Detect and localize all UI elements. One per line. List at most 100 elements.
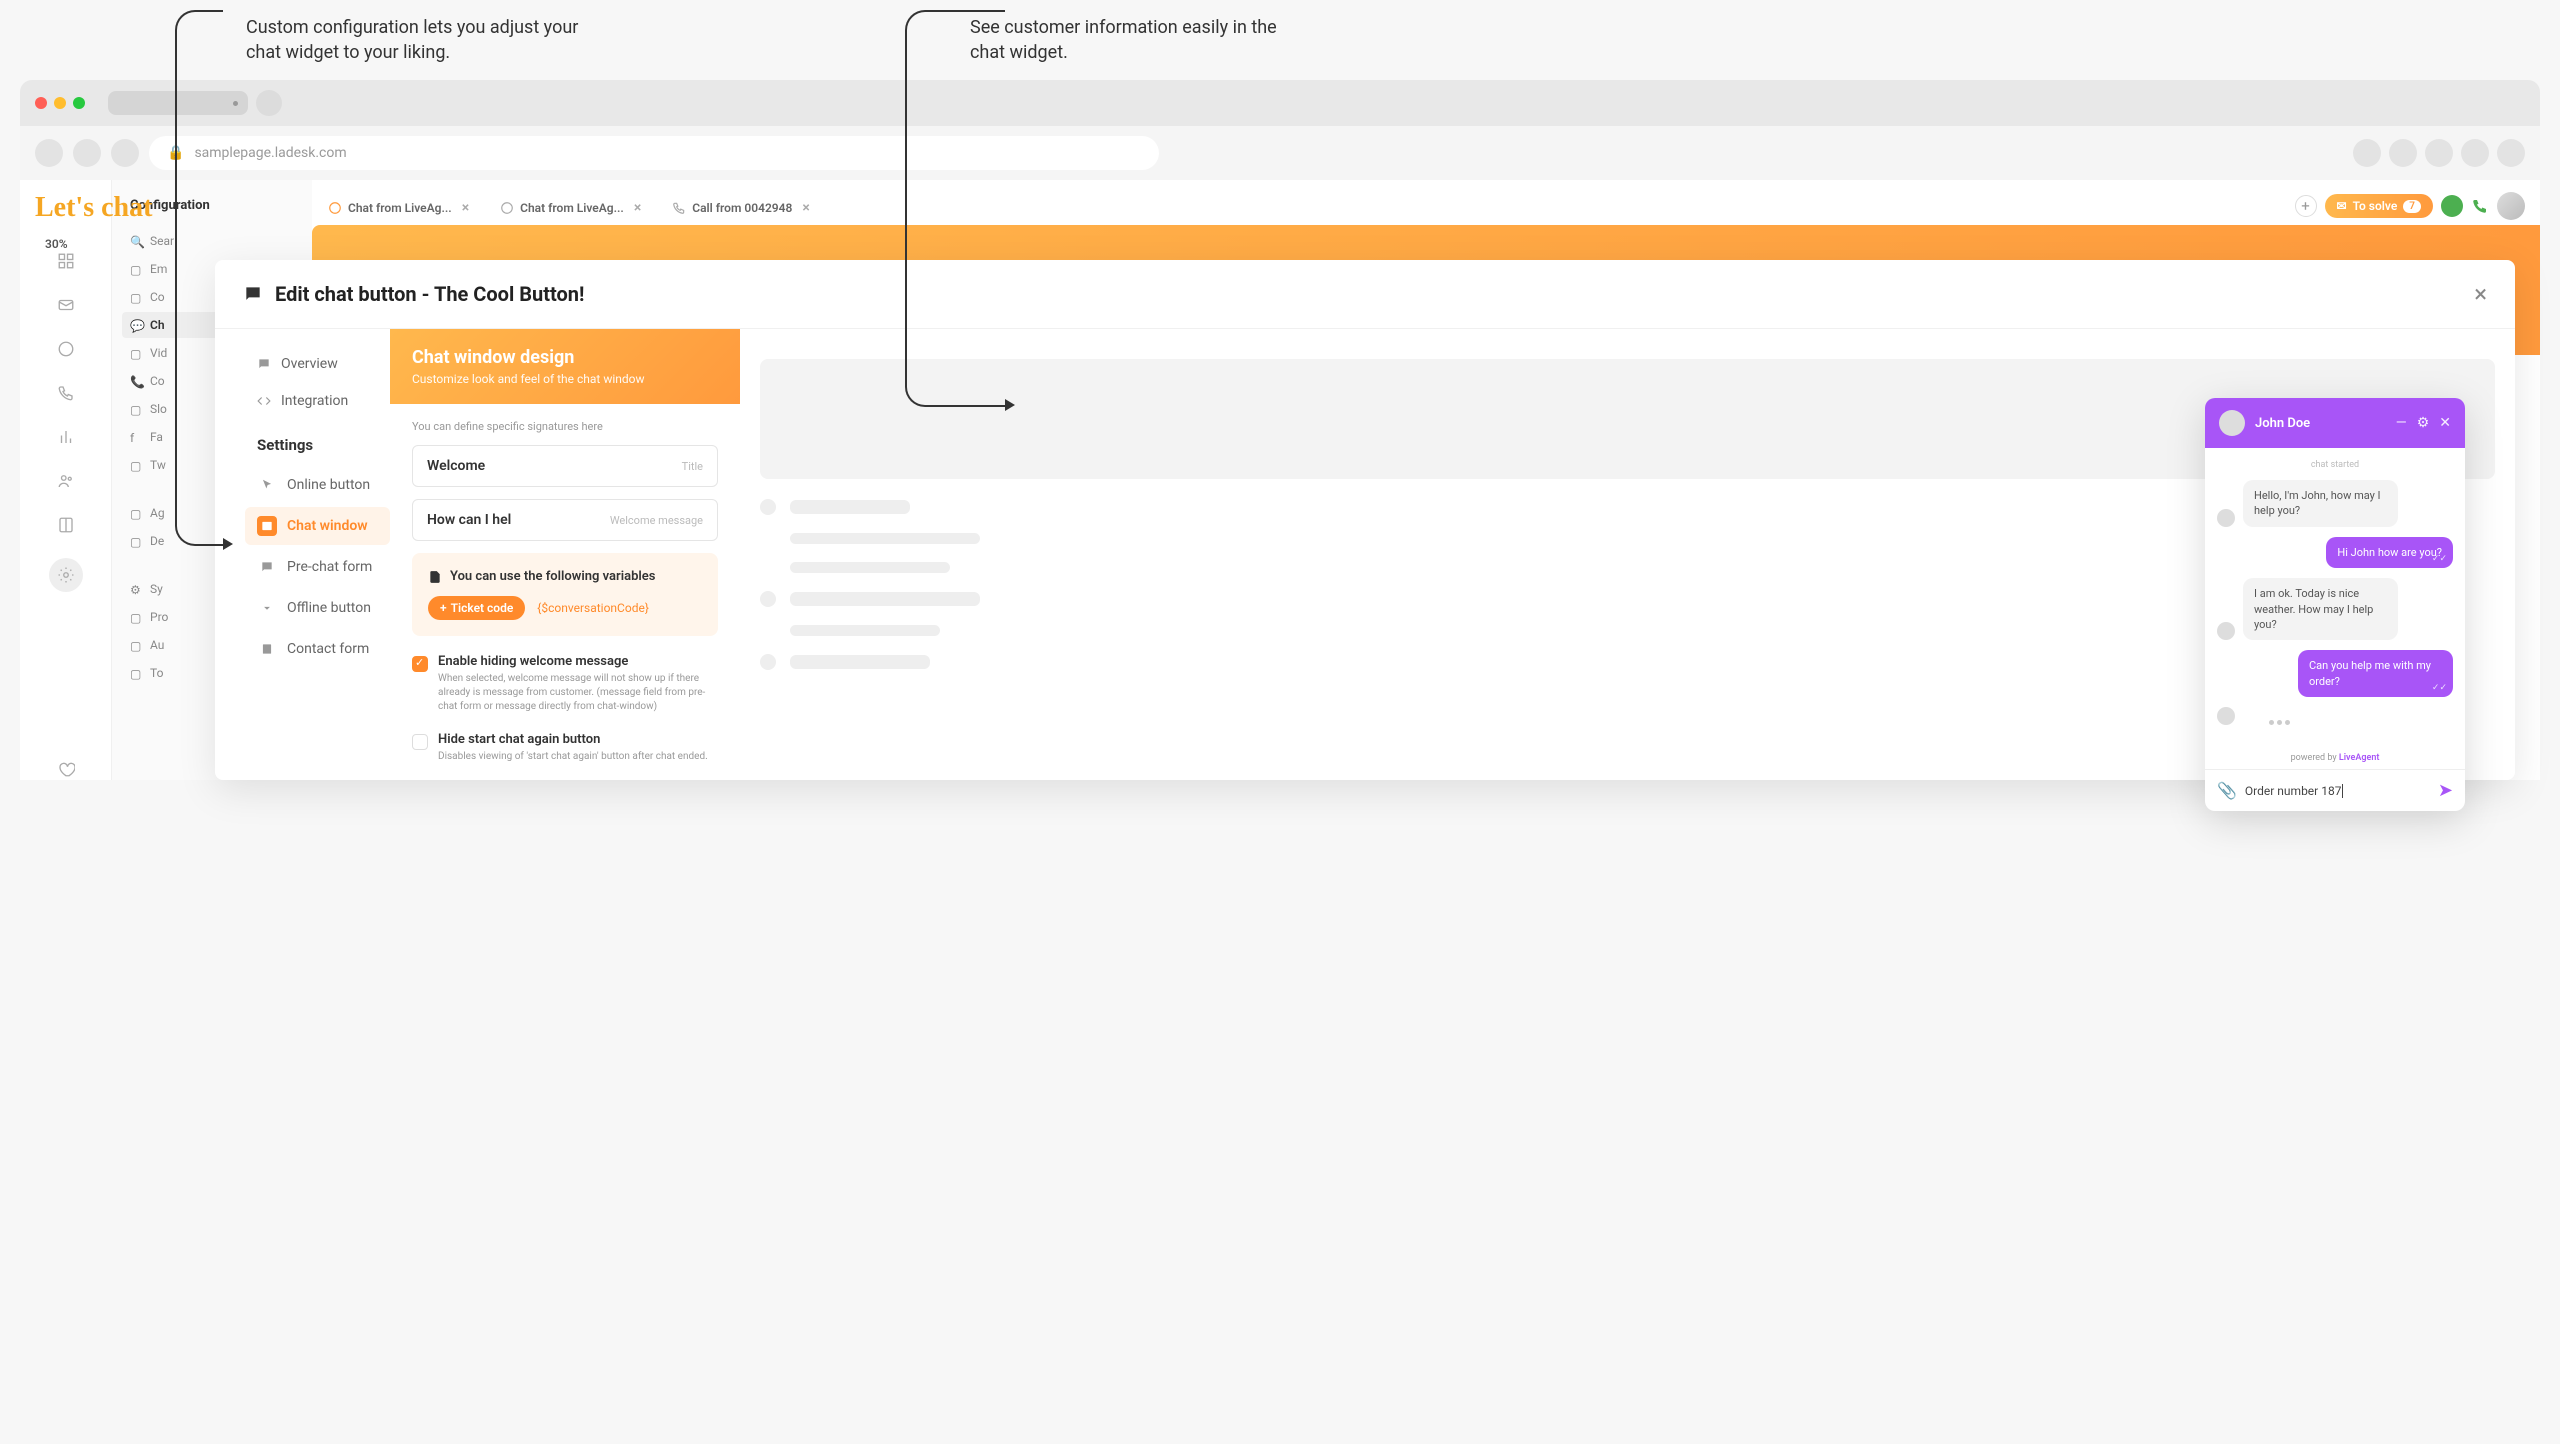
stats-icon[interactable] xyxy=(55,426,77,448)
mail-icon[interactable] xyxy=(55,294,77,316)
tab-close[interactable]: × xyxy=(802,200,809,216)
agent-name: John Doe xyxy=(2255,416,2386,431)
agent-avatar-small xyxy=(2217,509,2235,527)
design-panel: Chat window design Customize look and fe… xyxy=(390,329,740,780)
heart-icon[interactable] xyxy=(55,758,77,780)
typing-indicator xyxy=(2243,720,2290,725)
chat-icon xyxy=(257,357,271,371)
welcome-label: Welcome message xyxy=(610,514,703,527)
attachment-icon[interactable]: 📎 xyxy=(2217,781,2237,800)
app-tab-call[interactable]: Call from 0042948 × xyxy=(664,195,818,221)
app-container: Let's chat 30% Chat from LiveAg... × Cha… xyxy=(20,180,2540,780)
modal-header: Edit chat button - The Cool Button! × xyxy=(215,260,2515,329)
top-right-actions: + ✉ To solve 7 xyxy=(2295,192,2526,220)
title-input[interactable] xyxy=(427,458,682,474)
hide-welcome-checkbox[interactable] xyxy=(412,656,428,672)
chat-body: chat started Hello, I'm John, how may I … xyxy=(2205,448,2465,747)
signature-hint: You can define specific signatures here xyxy=(412,420,718,433)
user-avatar[interactable] xyxy=(2497,192,2525,220)
chat-input[interactable]: Order number 187 xyxy=(2245,784,2430,798)
modal-close-button[interactable]: × xyxy=(2474,280,2487,308)
hide-welcome-desc: When selected, welcome message will not … xyxy=(438,672,718,714)
chat-icon xyxy=(500,201,514,215)
sidebar-offline-button[interactable]: Offline button xyxy=(245,589,390,627)
arrow-right xyxy=(905,10,1005,407)
settings-icon[interactable] xyxy=(49,558,83,592)
code-icon xyxy=(257,394,271,408)
tab-label: Chat from LiveAg... xyxy=(348,201,452,215)
chat-started-label: chat started xyxy=(2217,460,2453,470)
sidebar-contact-form[interactable]: Contact form xyxy=(245,630,390,668)
to-solve-button[interactable]: ✉ To solve 7 xyxy=(2325,194,2434,218)
welcome-input[interactable] xyxy=(427,512,610,528)
agent-avatar xyxy=(2219,410,2245,436)
ext-icon[interactable] xyxy=(2497,139,2525,167)
agent-message: Hello, I'm John, how may I help you? xyxy=(2243,480,2398,527)
sidebar-overview[interactable]: Overview xyxy=(245,347,390,381)
customer-message: Can you help me with my order?✓✓ xyxy=(2298,650,2453,697)
settings-heading: Settings xyxy=(257,436,390,454)
nav-back[interactable] xyxy=(35,139,63,167)
annotation-right: See customer information easily in the c… xyxy=(970,15,1290,65)
variable-code: {$conversationCode} xyxy=(537,601,649,615)
gear-icon[interactable]: ⚙ xyxy=(2417,415,2430,431)
tab-label: Chat from LiveAg... xyxy=(520,201,624,215)
dashboard-icon[interactable] xyxy=(55,250,77,272)
cursor-icon xyxy=(260,478,274,492)
sidebar-pre-chat-form[interactable]: Pre-chat form xyxy=(245,548,390,586)
browser-chrome xyxy=(20,80,2540,126)
ext-icon[interactable] xyxy=(2425,139,2453,167)
traffic-minimize[interactable] xyxy=(54,97,66,109)
nav-forward[interactable] xyxy=(73,139,101,167)
chat-widget: John Doe — ⚙ ✕ chat started Hello, I'm J… xyxy=(2205,398,2465,811)
app-tab-chat-1[interactable]: Chat from LiveAg... × xyxy=(320,195,477,221)
traffic-close[interactable] xyxy=(35,97,47,109)
tab-label: Call from 0042948 xyxy=(692,201,792,215)
traffic-maximize[interactable] xyxy=(73,97,85,109)
sidebar-online-button[interactable]: Online button xyxy=(245,466,390,504)
welcome-input-box[interactable]: Welcome message xyxy=(412,499,718,541)
phone-icon[interactable] xyxy=(55,382,77,404)
tab-close[interactable]: × xyxy=(462,200,469,216)
minimize-icon[interactable]: — xyxy=(2396,415,2407,431)
sidebar-integration[interactable]: Integration xyxy=(245,384,390,418)
chat-icon xyxy=(243,284,263,304)
hide-start-again-checkbox[interactable] xyxy=(412,734,428,750)
design-header: Chat window design Customize look and fe… xyxy=(390,329,740,404)
design-title: Chat window design xyxy=(412,347,718,368)
modal-title-text: Edit chat button - The Cool Button! xyxy=(275,282,584,306)
download-icon xyxy=(260,601,274,615)
variables-box: You can use the following variables + Ti… xyxy=(412,553,718,636)
agent-avatar-small xyxy=(2217,622,2235,640)
status-icon[interactable] xyxy=(2441,195,2463,217)
chat-icon xyxy=(260,560,274,574)
add-button[interactable]: + xyxy=(2295,195,2317,217)
new-tab-button[interactable] xyxy=(256,90,282,116)
title-input-box[interactable]: Title xyxy=(412,445,718,487)
ticket-code-pill[interactable]: + Ticket code xyxy=(428,596,525,620)
app-tab-chat-2[interactable]: Chat from LiveAg... × xyxy=(492,195,649,221)
file-icon xyxy=(428,570,442,584)
send-icon[interactable]: ➤ xyxy=(2438,780,2453,801)
close-icon[interactable]: ✕ xyxy=(2439,415,2451,431)
left-rail xyxy=(20,180,112,780)
chat-icon xyxy=(328,201,342,215)
people-icon[interactable] xyxy=(55,470,77,492)
check-icon: ✓✓ xyxy=(2432,682,2447,695)
sidebar-chat-window[interactable]: Chat window xyxy=(245,507,390,545)
ext-icon[interactable] xyxy=(2389,139,2417,167)
hide-start-again-label: Hide start chat again button xyxy=(438,732,708,747)
ext-icon[interactable] xyxy=(2461,139,2489,167)
url-bar[interactable]: 🔒 samplepage.ladesk.com xyxy=(149,136,1159,170)
chat-icon[interactable] xyxy=(55,338,77,360)
book-icon[interactable] xyxy=(55,514,77,536)
agent-message: I am ok. Today is nice weather. How may … xyxy=(2243,578,2398,640)
chat-widget-header: John Doe — ⚙ ✕ xyxy=(2205,398,2465,448)
tab-close[interactable]: × xyxy=(634,200,641,216)
agent-avatar-small xyxy=(2217,707,2235,725)
mail-icon: ✉ xyxy=(2337,199,2347,213)
ext-icon[interactable] xyxy=(2353,139,2381,167)
phone-icon[interactable] xyxy=(2471,197,2489,215)
nav-reload[interactable] xyxy=(111,139,139,167)
url-bar-row: 🔒 samplepage.ladesk.com xyxy=(20,126,2540,180)
